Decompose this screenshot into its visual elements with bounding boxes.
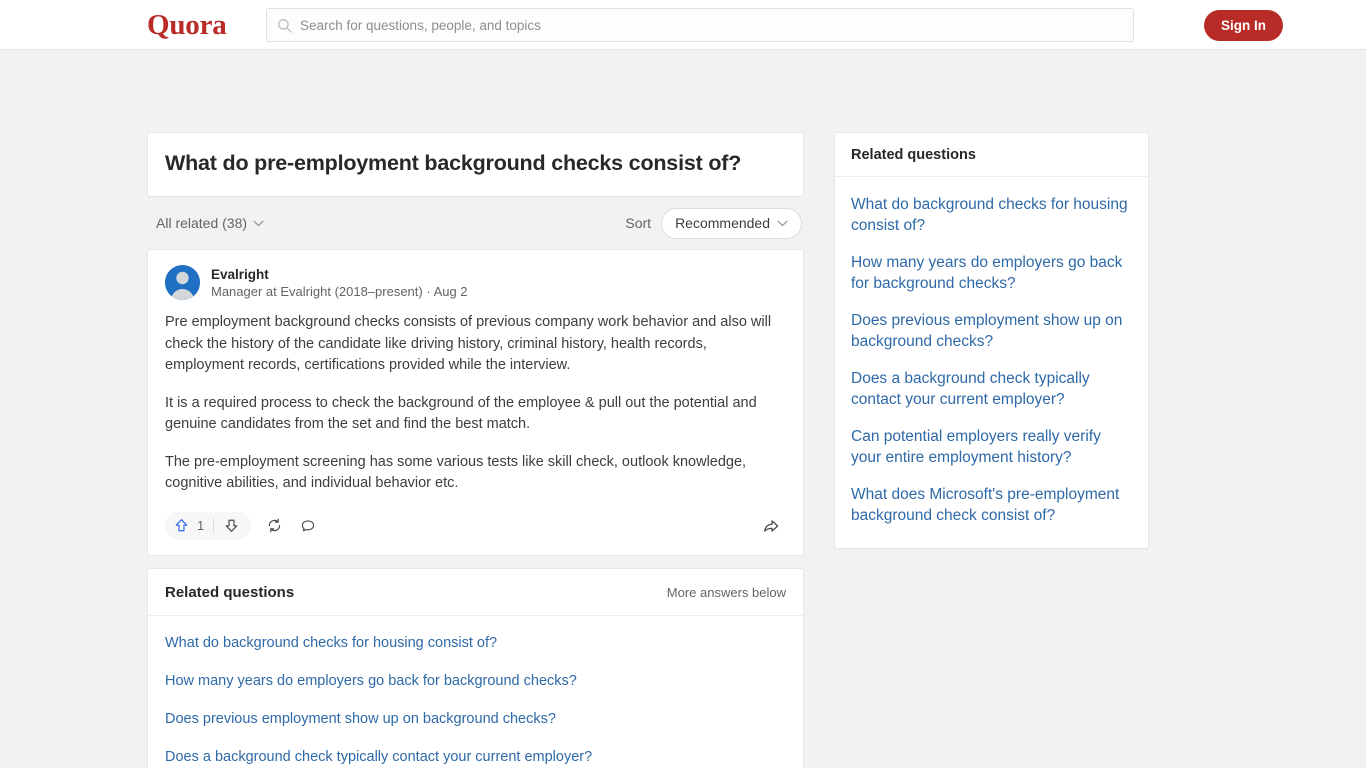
- answer-author[interactable]: Evalright Manager at Evalright (2018–pre…: [165, 265, 786, 300]
- sidebar-related-questions-card: Related questions What do background che…: [834, 132, 1149, 549]
- answer-action-bar: 1: [165, 509, 786, 547]
- search-icon: [278, 18, 292, 33]
- sidebar-question-link[interactable]: Can potential employers really verify yo…: [851, 418, 1132, 476]
- sort-label: Sort: [625, 215, 652, 231]
- sidebar-question-link[interactable]: Does a background check typically contac…: [851, 360, 1132, 418]
- answer-card: Evalright Manager at Evalright (2018–pre…: [147, 249, 804, 556]
- chevron-down-icon: [777, 220, 788, 226]
- divider: [213, 517, 215, 534]
- page-body: What do pre-employment background checks…: [0, 50, 1366, 768]
- comment-icon: [302, 519, 315, 531]
- related-questions-title: Related questions: [165, 583, 295, 601]
- vote-pill: 1: [165, 511, 252, 540]
- share-icon: [764, 519, 779, 532]
- share-button[interactable]: [756, 512, 786, 540]
- related-questions-list: What do background checks for housing co…: [148, 616, 803, 768]
- related-questions-card: Related questions More answers below Wha…: [147, 567, 804, 768]
- quora-logo[interactable]: Quora: [147, 9, 227, 41]
- sidebar-question-link[interactable]: What does Microsoft's pre-employment bac…: [851, 476, 1132, 534]
- comment-button[interactable]: [293, 512, 323, 540]
- upvote-icon[interactable]: [173, 517, 190, 534]
- related-question-link[interactable]: Does previous employment show up on back…: [165, 700, 786, 738]
- answer-paragraph: The pre-employment screening has some va…: [165, 453, 747, 492]
- sort-value: Recommended: [675, 215, 770, 231]
- sort-group: Sort Recommended: [625, 207, 802, 239]
- sidebar-question-link[interactable]: How many years do employers go back for …: [851, 244, 1132, 302]
- answer-paragraph: Pre employment background checks consist…: [165, 314, 772, 373]
- more-answers-below-label: More answers below: [666, 584, 786, 600]
- avatar[interactable]: [165, 265, 200, 300]
- author-text-block: Evalright Manager at Evalright (2018–pre…: [211, 266, 468, 300]
- answer-paragraph: It is a required process to check the ba…: [165, 394, 757, 433]
- sidebar-question-link[interactable]: What do background checks for housing co…: [851, 186, 1132, 244]
- vote-actions: 1: [165, 511, 323, 540]
- search-bar[interactable]: [266, 8, 1134, 42]
- all-related-label: All related (38): [156, 215, 248, 231]
- sidebar-list: What do background checks for housing co…: [835, 177, 1148, 548]
- downvote-icon: [225, 519, 238, 532]
- author-name: Evalright: [211, 266, 269, 282]
- all-related-dropdown[interactable]: All related (38): [156, 215, 264, 231]
- chevron-down-icon: [253, 220, 264, 226]
- filter-bar: All related (38) Sort Recommended: [147, 197, 804, 249]
- related-question-link[interactable]: How many years do employers go back for …: [165, 662, 786, 700]
- related-questions-header: Related questions More answers below: [148, 569, 803, 616]
- sidebar-title: Related questions: [835, 133, 1148, 177]
- related-question-link[interactable]: What do background checks for housing co…: [165, 624, 786, 662]
- site-header: Quora Sign In: [0, 0, 1366, 50]
- search-input[interactable]: [300, 17, 1123, 33]
- user-silhouette-icon: [165, 265, 200, 300]
- upvote-count: 1: [197, 518, 205, 533]
- sort-dropdown[interactable]: Recommended: [661, 207, 802, 239]
- author-credential: Manager at Evalright (2018–present) · Au…: [211, 283, 468, 299]
- repost-icon: [268, 518, 280, 533]
- sidebar-column: Related questions What do background che…: [834, 132, 1149, 549]
- page-title: What do pre-employment background checks…: [165, 151, 742, 175]
- repost-button[interactable]: [259, 512, 289, 540]
- downvote-button[interactable]: [216, 517, 247, 534]
- sign-in-button[interactable]: Sign In: [1204, 10, 1283, 41]
- sidebar-question-link[interactable]: Does previous employment show up on back…: [851, 302, 1132, 360]
- related-question-link[interactable]: Does a background check typically contac…: [165, 738, 786, 768]
- question-card: What do pre-employment background checks…: [147, 132, 804, 197]
- main-column: What do pre-employment background checks…: [147, 132, 804, 768]
